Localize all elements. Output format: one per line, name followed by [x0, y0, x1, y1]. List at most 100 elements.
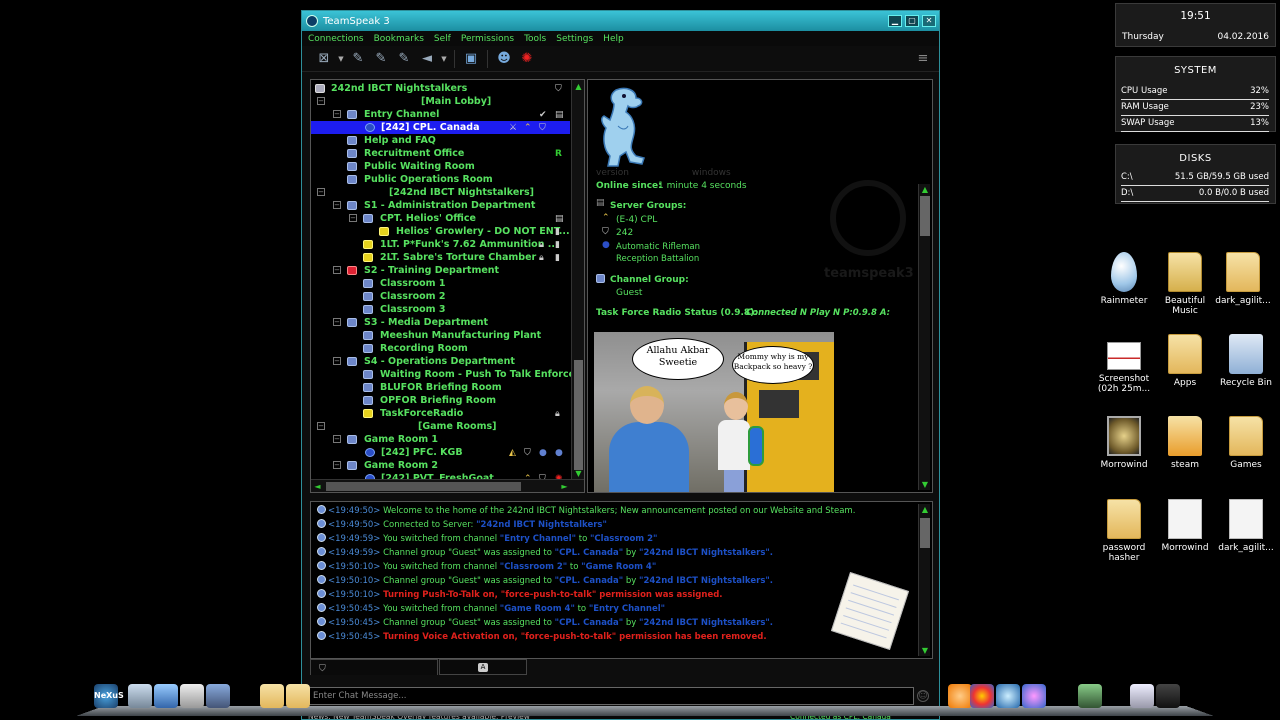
desktop-icon-dark-agility[interactable]: dark_agilit...	[1210, 252, 1276, 306]
tree-channel[interactable]: − CPT. Helios' Office ▤	[311, 212, 570, 225]
folder-icon[interactable]	[260, 684, 284, 708]
desktop-icon-games[interactable]: Games	[1213, 416, 1279, 470]
monitor-icon[interactable]	[1078, 684, 1102, 708]
scroll-down-icon[interactable]: ▼	[573, 468, 584, 479]
chat-vertical-scrollbar[interactable]: ▲ ▼	[918, 504, 930, 656]
tab-channel-chat[interactable]: A	[439, 659, 527, 675]
desktop-icon-recycle-bin[interactable]: Recycle Bin	[1213, 334, 1279, 388]
minimize-button[interactable]: ▁	[888, 15, 902, 27]
tree-channel[interactable]: − S4 - Operations Department	[311, 355, 570, 368]
tree-channel[interactable]: Meeshun Manufacturing Plant	[311, 329, 570, 342]
chevron-down-icon[interactable]: ▼	[337, 49, 345, 69]
title-bar[interactable]: TeamSpeak 3 ▁ ▢ ✕	[302, 11, 939, 31]
scroll-down-icon[interactable]: ▼	[919, 479, 931, 490]
scroll-up-icon[interactable]: ▲	[919, 504, 931, 515]
tree-channel[interactable]: Public Operations Room	[311, 173, 570, 186]
collapse-icon[interactable]: −	[333, 461, 341, 469]
connect-icon[interactable]: ✎	[348, 49, 368, 69]
tree-channel[interactable]: − S2 - Training Department	[311, 264, 570, 277]
menu-settings[interactable]: Settings	[556, 34, 593, 44]
menu-bookmarks[interactable]: Bookmarks	[374, 34, 424, 44]
tree-channel[interactable]: Classroom 3	[311, 303, 570, 316]
tab-server-chat[interactable]: ⛉	[310, 659, 438, 675]
collapse-icon[interactable]: −	[333, 266, 341, 274]
collapse-icon[interactable]: −	[333, 318, 341, 326]
network-icon[interactable]	[206, 684, 230, 708]
tree-channel[interactable]: Public Waiting Room	[311, 160, 570, 173]
chevron-down-icon[interactable]: ▼	[440, 49, 448, 69]
tree-spacer[interactable]: − [Main Lobby]	[311, 95, 570, 108]
chat-icon[interactable]: ▣	[461, 49, 481, 69]
windows-icon[interactable]	[128, 684, 152, 708]
collapse-icon[interactable]: −	[333, 435, 341, 443]
image-viewer-icon[interactable]	[1130, 684, 1154, 708]
tree-channel[interactable]: TaskForceRadio 🔒︎	[311, 407, 570, 420]
scroll-up-icon[interactable]: ▲	[919, 184, 931, 195]
scroll-left-icon[interactable]: ◄	[312, 481, 323, 492]
maximize-button[interactable]: ▢	[905, 15, 919, 27]
tree-vertical-scrollbar[interactable]: ▲ ▼	[571, 80, 584, 480]
collapse-icon[interactable]: −	[317, 422, 325, 430]
disconnect-icon[interactable]: ⊠	[314, 49, 334, 69]
away-icon[interactable]: ✎	[371, 49, 391, 69]
folder-icon[interactable]	[286, 684, 310, 708]
tree-channel[interactable]: BLUFOR Briefing Room	[311, 381, 570, 394]
collapse-icon[interactable]: −	[333, 201, 341, 209]
mute-speakers-icon[interactable]: ◄	[417, 49, 437, 69]
tree-channel[interactable]: Recruitment Office R	[311, 147, 570, 160]
collapse-icon[interactable]: −	[349, 214, 357, 222]
desktop-icon-password-hasher[interactable]: password hasher	[1091, 499, 1157, 563]
scroll-thumb[interactable]	[920, 518, 930, 548]
tree-channel[interactable]: 1LT. P*Funk's 7.62 Ammunition ... 🔒︎ ▮	[311, 238, 570, 251]
tree-channel[interactable]: − S3 - Media Department	[311, 316, 570, 329]
tree-user-selected[interactable]: [242] CPL. Canada ⚔ ⌃ ⛉	[311, 121, 570, 134]
menu-self[interactable]: Self	[434, 34, 451, 44]
tree-channel[interactable]: − Entry Channel ✔ ▤	[311, 108, 570, 121]
tree-server-row[interactable]: 242nd IBCT Nightstalkers ⛉	[311, 82, 570, 95]
chrome-icon[interactable]	[970, 684, 994, 708]
desktop-icon-apps[interactable]: Apps	[1152, 334, 1218, 388]
teamspeak-red-icon[interactable]: ✺	[517, 49, 537, 69]
tree-spacer[interactable]: − [Game Rooms]	[311, 420, 570, 433]
teamspeak-icon[interactable]	[996, 684, 1020, 708]
menu-permissions[interactable]: Permissions	[461, 34, 514, 44]
nexus-icon[interactable]: NeXuS	[94, 684, 124, 708]
tree-channel[interactable]: Helios' Growlery - DO NOT ENT... ▮	[311, 225, 570, 238]
tree-spacer[interactable]: − [242nd IBCT Nightstalkers]	[311, 186, 570, 199]
avast-icon[interactable]	[948, 684, 972, 708]
scroll-thumb[interactable]	[574, 360, 583, 470]
hamburger-icon[interactable]: ≡	[913, 49, 933, 69]
collapse-icon[interactable]: −	[317, 97, 325, 105]
documents-icon[interactable]	[154, 684, 178, 708]
collapse-icon[interactable]: −	[333, 357, 341, 365]
camera-icon[interactable]	[1156, 684, 1180, 708]
tree-channel[interactable]: Help and FAQ	[311, 134, 570, 147]
desktop-icon-screenshot[interactable]: Screenshot (02h 25m...	[1091, 334, 1157, 394]
menu-help[interactable]: Help	[603, 34, 624, 44]
desktop-icon-beautiful-music[interactable]: Beautiful Music	[1152, 252, 1218, 316]
contacts-icon[interactable]: ☻	[494, 49, 514, 69]
tree-channel[interactable]: 2LT. Sabre's Torture Chamber 🔒︎ ▮	[311, 251, 570, 264]
scroll-down-icon[interactable]: ▼	[919, 645, 931, 656]
tree-channel[interactable]: OPFOR Briefing Room	[311, 394, 570, 407]
scroll-thumb[interactable]	[326, 482, 521, 491]
media-player-icon[interactable]	[1022, 684, 1046, 708]
tree-user[interactable]: [242] PFC. KGB ◭ ⛉ ● ●	[311, 446, 570, 459]
tree-channel[interactable]: Classroom 2	[311, 290, 570, 303]
tree-channel[interactable]: Classroom 1	[311, 277, 570, 290]
desktop-icon-rainmeter[interactable]: Rainmeter	[1091, 252, 1157, 306]
collapse-icon[interactable]: −	[333, 110, 341, 118]
scroll-thumb[interactable]	[920, 196, 930, 236]
tree-horizontal-scrollbar[interactable]: ◄ ►	[311, 479, 584, 492]
desktop-icon-morrowind[interactable]: Morrowind	[1091, 416, 1157, 470]
tree-channel[interactable]: − Game Room 2	[311, 459, 570, 472]
mute-microphone-icon[interactable]: ✎	[394, 49, 414, 69]
close-button[interactable]: ✕	[922, 15, 936, 27]
menu-connections[interactable]: Connections	[308, 34, 364, 44]
computer-icon[interactable]	[180, 684, 204, 708]
tree-channel[interactable]: Recording Room	[311, 342, 570, 355]
desktop-icon-steam[interactable]: steam	[1152, 416, 1218, 470]
tree-channel[interactable]: Waiting Room - Push To Talk Enforced	[311, 368, 582, 381]
tree-channel[interactable]: − Game Room 1	[311, 433, 570, 446]
desktop-icon-morrowind-doc[interactable]: Morrowind	[1152, 499, 1218, 553]
